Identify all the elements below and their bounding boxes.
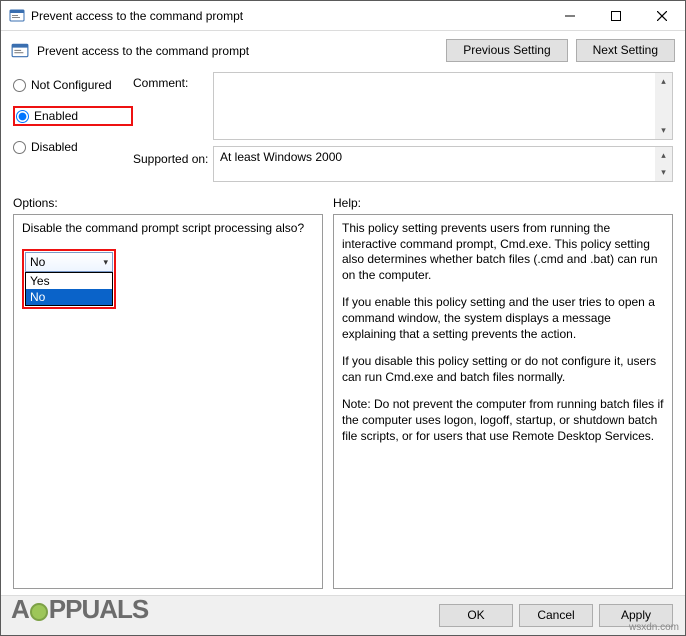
apply-button[interactable]: Apply (599, 604, 673, 627)
radio-not-configured[interactable]: Not Configured (13, 78, 133, 92)
state-radio-group: Not Configured Enabled Disabled (13, 72, 133, 154)
scroll-up-icon[interactable]: ▴ (655, 73, 672, 90)
script-processing-combo[interactable]: No ▾ (25, 252, 113, 272)
radio-enabled-input[interactable] (16, 110, 29, 123)
scroll-down-icon[interactable]: ▾ (655, 164, 672, 181)
window-controls (547, 1, 685, 30)
radio-disabled[interactable]: Disabled (13, 140, 133, 154)
footer: OK Cancel Apply (1, 595, 685, 635)
help-paragraph: This policy setting prevents users from … (342, 221, 664, 283)
gpedit-policy-window: Prevent access to the command prompt Pre… (0, 0, 686, 636)
radio-enabled[interactable]: Enabled (13, 106, 133, 126)
header-title: Prevent access to the command prompt (37, 44, 438, 58)
header: Prevent access to the command prompt Pre… (1, 31, 685, 68)
next-setting-button[interactable]: Next Setting (576, 39, 675, 62)
comment-label: Comment: (133, 72, 213, 90)
radio-disabled-input[interactable] (13, 141, 26, 154)
combo-item-no[interactable]: No (26, 289, 112, 305)
policy-icon (9, 8, 25, 24)
help-paragraph: If you enable this policy setting and th… (342, 295, 664, 342)
comment-textbox[interactable]: ▴ ▾ (213, 72, 673, 140)
panels: Disable the command prompt script proces… (1, 214, 685, 595)
options-panel: Disable the command prompt script proces… (13, 214, 323, 589)
combo-item-yes[interactable]: Yes (26, 273, 112, 289)
help-paragraph: Note: Do not prevent the computer from r… (342, 397, 664, 444)
chevron-down-icon: ▾ (103, 257, 108, 268)
scroll-up-icon[interactable]: ▴ (655, 147, 672, 164)
maximize-button[interactable] (593, 1, 639, 30)
supported-on-textbox: At least Windows 2000 ▴ ▾ (213, 146, 673, 182)
combo-value: No (30, 255, 45, 269)
section-labels: Options: Help: (1, 190, 685, 214)
cancel-button[interactable]: Cancel (519, 604, 593, 627)
nav-buttons: Previous Setting Next Setting (446, 39, 675, 62)
help-paragraph: If you disable this policy setting or do… (342, 354, 664, 385)
scrollbar[interactable]: ▴ ▾ (655, 73, 672, 139)
option-question: Disable the command prompt script proces… (22, 221, 314, 235)
options-label: Options: (13, 196, 323, 210)
combo-dropdown-list: Yes No (25, 272, 113, 306)
supported-on-value: At least Windows 2000 (220, 150, 342, 164)
previous-setting-button[interactable]: Previous Setting (446, 39, 567, 62)
config-area: Not Configured Enabled Disabled Comment:… (1, 68, 685, 190)
dropdown-highlight: No ▾ Yes No (22, 249, 116, 309)
help-label: Help: (333, 196, 361, 210)
radio-label: Not Configured (31, 78, 112, 92)
help-panel: This policy setting prevents users from … (333, 214, 673, 589)
radio-not-configured-input[interactable] (13, 79, 26, 92)
ok-button[interactable]: OK (439, 604, 513, 627)
supported-on-label: Supported on: (133, 146, 213, 166)
scroll-down-icon[interactable]: ▾ (655, 122, 672, 139)
scrollbar[interactable]: ▴ ▾ (655, 147, 672, 181)
radio-label: Disabled (31, 140, 78, 154)
radio-label: Enabled (34, 109, 78, 123)
window-title: Prevent access to the command prompt (31, 9, 547, 23)
minimize-button[interactable] (547, 1, 593, 30)
policy-icon (11, 42, 29, 60)
titlebar: Prevent access to the command prompt (1, 1, 685, 31)
close-button[interactable] (639, 1, 685, 30)
